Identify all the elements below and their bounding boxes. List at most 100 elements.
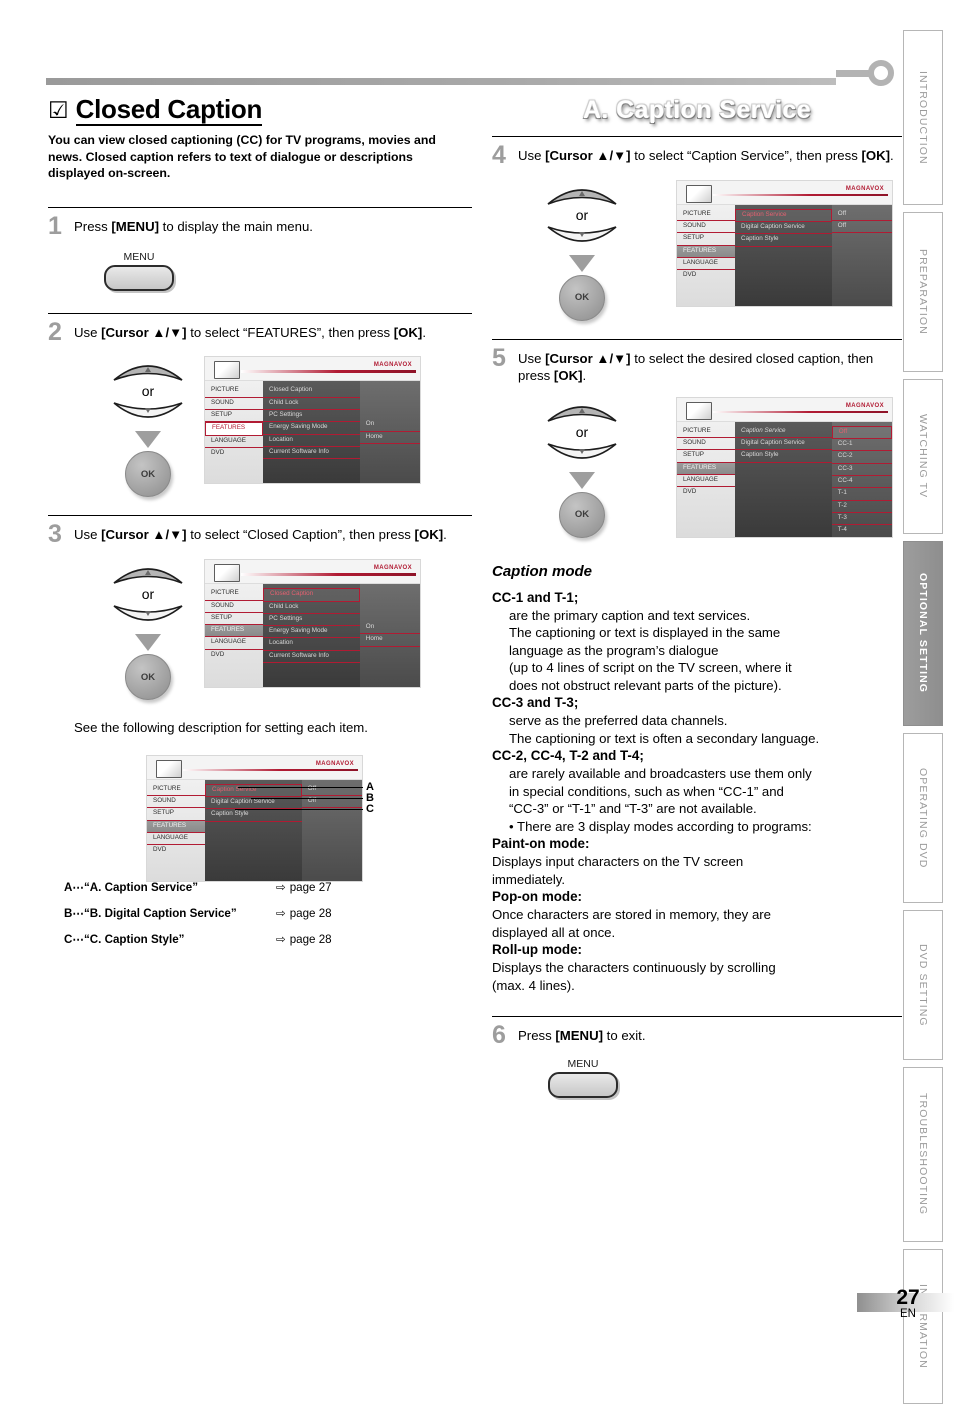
osd-category-sound[interactable]: SOUND bbox=[147, 796, 206, 809]
osd-item-caption-style[interactable]: Caption Style bbox=[735, 234, 832, 247]
osd-item-closed-caption[interactable]: Closed Caption bbox=[263, 385, 360, 398]
osd-category-setup[interactable]: SETUP bbox=[205, 613, 264, 626]
osd-item-column: Closed Caption Child Lock PC Settings En… bbox=[263, 584, 360, 687]
cursor-down-key[interactable] bbox=[545, 441, 619, 467]
osd-category-setup[interactable]: SETUP bbox=[147, 808, 206, 821]
osd-value-location[interactable]: Home bbox=[359, 634, 420, 647]
osd-category-dvd[interactable]: DVD bbox=[677, 487, 735, 498]
osd-value-caption-service[interactable]: Off bbox=[831, 209, 892, 222]
osd-category-sound[interactable]: SOUND bbox=[205, 601, 264, 613]
osd-caption-service-menu: MAGNAVOX PICTURE SOUND SETUP FEATURES LA… bbox=[676, 179, 893, 307]
osd-category-language[interactable]: LANGUAGE bbox=[205, 436, 264, 448]
osd-value-caption-service[interactable]: Off bbox=[301, 784, 362, 797]
ok-button[interactable]: OK bbox=[125, 451, 171, 498]
ok-button[interactable]: OK bbox=[559, 274, 605, 321]
menu-button-cap[interactable] bbox=[548, 1071, 618, 1098]
tab-introduction[interactable]: INTRODUCTION bbox=[903, 30, 943, 205]
menu-button-graphic[interactable]: MENU bbox=[94, 251, 184, 291]
osd-value-location[interactable]: Home bbox=[359, 432, 420, 444]
tab-dvd-setting[interactable]: DVD SETTING bbox=[903, 910, 943, 1060]
osd-item-software-info[interactable]: Current Software Info bbox=[263, 447, 360, 460]
osd-item-child-lock[interactable]: Child Lock bbox=[263, 398, 360, 411]
section-tabs: INTRODUCTION PREPARATION WATCHING TV OPT… bbox=[903, 30, 943, 1411]
osd-item-caption-service[interactable]: Caption Service bbox=[735, 426, 832, 439]
cursor-down-key[interactable] bbox=[545, 224, 619, 250]
osd-option-t-2[interactable]: T-2 bbox=[831, 501, 892, 513]
osd-category-features[interactable]: FEATURES bbox=[205, 625, 264, 638]
osd-item-caption-style[interactable]: Caption Style bbox=[205, 809, 302, 822]
osd-option-t-1[interactable]: T-1 bbox=[831, 488, 892, 501]
osd-category-dvd[interactable]: DVD bbox=[205, 448, 263, 459]
osd-category-language[interactable]: LANGUAGE bbox=[677, 258, 736, 271]
cursor-up-key[interactable] bbox=[111, 356, 185, 382]
osd-category-setup[interactable]: SETUP bbox=[677, 233, 736, 246]
osd-item-pc-settings[interactable]: PC Settings bbox=[263, 410, 360, 423]
osd-category-dvd[interactable]: DVD bbox=[677, 270, 735, 281]
osd-category-features[interactable]: FEATURES bbox=[677, 245, 736, 258]
osd-item-digital-caption-service[interactable]: Digital Caption Service bbox=[735, 438, 832, 451]
osd-category-features[interactable]: FEATURES bbox=[205, 422, 264, 436]
osd-item-caption-service[interactable]: Caption Service bbox=[205, 783, 302, 798]
osd-option-t-4[interactable]: T-4 bbox=[832, 525, 892, 536]
tab-troubleshooting[interactable]: TROUBLESHOOTING bbox=[903, 1067, 943, 1242]
osd-option-off[interactable]: Off bbox=[831, 425, 892, 440]
osd-option-cc-4[interactable]: CC-4 bbox=[831, 476, 892, 489]
osd-option-cc-1[interactable]: CC-1 bbox=[831, 439, 892, 452]
cursor-up-key[interactable] bbox=[545, 180, 619, 206]
cursor-keys-graphic-3[interactable]: or OK bbox=[100, 559, 196, 701]
osd-item-caption-service[interactable]: Caption Service bbox=[735, 208, 832, 223]
osd-category-sound[interactable]: SOUND bbox=[677, 221, 736, 234]
osd-category-features[interactable]: FEATURES bbox=[677, 462, 736, 476]
osd-option-t-3[interactable]: T-3 bbox=[831, 513, 892, 526]
osd-category-dvd[interactable]: DVD bbox=[147, 845, 205, 856]
osd-value-energy-saving[interactable]: On bbox=[359, 622, 420, 635]
osd-item-energy-saving[interactable]: Energy Saving Mode bbox=[263, 626, 360, 639]
osd-item-caption-style[interactable]: Caption Style bbox=[735, 450, 832, 463]
osd-item-location[interactable]: Location bbox=[263, 638, 360, 651]
osd-value-blank-3 bbox=[360, 408, 420, 419]
osd-category-setup[interactable]: SETUP bbox=[677, 450, 736, 463]
tab-operating-dvd[interactable]: OPERATING DVD bbox=[903, 733, 943, 903]
menu-button-cap[interactable] bbox=[104, 264, 174, 291]
osd-category-language[interactable]: LANGUAGE bbox=[147, 833, 206, 846]
osd-category-sound[interactable]: SOUND bbox=[677, 438, 736, 451]
cursor-up-key[interactable] bbox=[545, 397, 619, 423]
osd-category-setup[interactable]: SETUP bbox=[205, 410, 264, 423]
osd-category-language[interactable]: LANGUAGE bbox=[677, 475, 736, 488]
osd-item-child-lock[interactable]: Child Lock bbox=[263, 602, 360, 614]
osd-category-picture[interactable]: PICTURE bbox=[147, 784, 206, 797]
osd-item-location[interactable]: Location bbox=[263, 435, 360, 447]
osd-item-pc-settings[interactable]: PC Settings bbox=[263, 614, 360, 627]
osd-category-language[interactable]: LANGUAGE bbox=[205, 637, 264, 650]
cursor-up-key[interactable] bbox=[111, 559, 185, 585]
osd-header: MAGNAVOX bbox=[147, 755, 362, 780]
osd-option-cc-2[interactable]: CC-2 bbox=[831, 451, 892, 464]
cursor-down-key[interactable] bbox=[111, 603, 185, 629]
osd-category-picture[interactable]: PICTURE bbox=[205, 385, 264, 398]
osd-category-sound[interactable]: SOUND bbox=[205, 398, 264, 411]
osd-category-dvd[interactable]: DVD bbox=[205, 650, 263, 661]
tab-optional-setting[interactable]: OPTIONAL SETTING bbox=[903, 541, 943, 726]
tab-information[interactable]: INFORMATION bbox=[903, 1249, 943, 1404]
osd-item-column: Caption Service Digital Caption Service … bbox=[735, 421, 832, 537]
osd-item-digital-caption-service[interactable]: Digital Caption Service bbox=[735, 222, 832, 235]
osd-category-picture[interactable]: PICTURE bbox=[205, 588, 264, 601]
osd-category-picture[interactable]: PICTURE bbox=[677, 426, 736, 439]
osd-category-picture[interactable]: PICTURE bbox=[677, 209, 736, 222]
osd-value-digital-caption-service[interactable]: Off bbox=[831, 221, 892, 234]
osd-item-closed-caption[interactable]: Closed Caption bbox=[263, 588, 360, 602]
osd-item-energy-saving[interactable]: Energy Saving Mode bbox=[263, 422, 360, 435]
cursor-keys-graphic-5[interactable]: or OK bbox=[534, 397, 630, 538]
cursor-keys-graphic-2[interactable]: or OK bbox=[100, 356, 196, 498]
cursor-down-key[interactable] bbox=[111, 400, 185, 426]
ok-button[interactable]: OK bbox=[559, 491, 605, 538]
osd-value-energy-saving[interactable]: On bbox=[359, 419, 420, 432]
menu-button-graphic-exit[interactable]: MENU bbox=[538, 1058, 628, 1098]
osd-option-cc-3[interactable]: CC-3 bbox=[831, 464, 892, 477]
cursor-keys-graphic-4[interactable]: or OK bbox=[534, 180, 630, 321]
osd-item-software-info[interactable]: Current Software Info bbox=[263, 651, 360, 663]
osd-category-features[interactable]: FEATURES bbox=[147, 820, 206, 833]
tab-watching-tv[interactable]: WATCHING TV bbox=[903, 379, 943, 534]
tab-preparation[interactable]: PREPARATION bbox=[903, 212, 943, 372]
ok-button[interactable]: OK bbox=[125, 654, 171, 701]
